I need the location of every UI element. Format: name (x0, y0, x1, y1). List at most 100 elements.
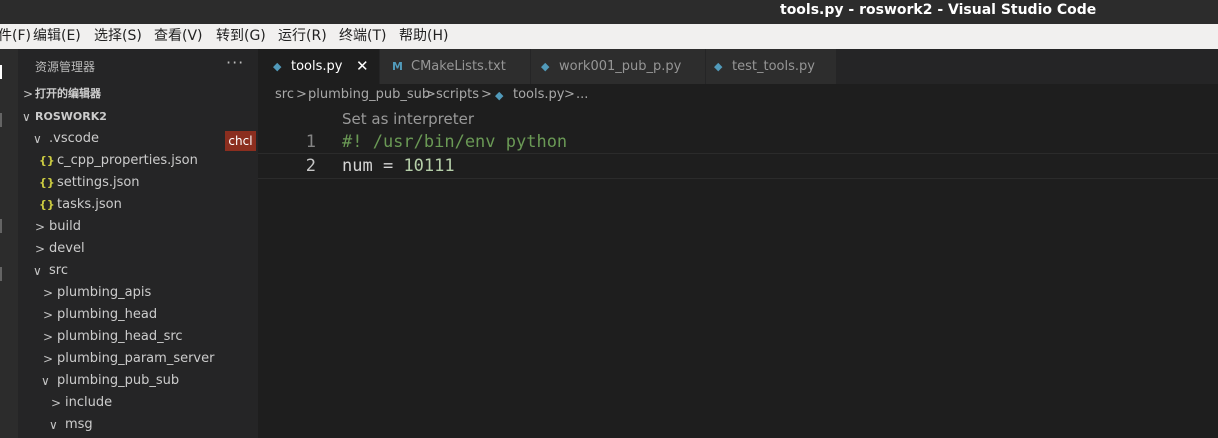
extensions-icon[interactable] (0, 267, 12, 281)
tree-item-tasks[interactable]: {} tasks.json (18, 194, 258, 216)
tab-tools-py[interactable]: ◆ tools.py ✕ (258, 49, 380, 84)
menu-help[interactable]: 帮助(H) (399, 24, 448, 49)
code-text: num = 10111 (342, 154, 455, 178)
tree-item-devel[interactable]: > devel (18, 238, 258, 260)
more-actions-icon[interactable]: ··· (226, 53, 244, 72)
tree-item-label: plumbing_param_server (57, 351, 215, 366)
menu-edit[interactable]: 编辑(E) (33, 24, 81, 49)
tree-item-plumbing-head-src[interactable]: > plumbing_head_src (18, 326, 258, 348)
run-debug-icon[interactable] (0, 219, 12, 233)
open-editors-label: 打开的编辑器 (35, 87, 101, 100)
explorer-title: 资源管理器 (35, 60, 96, 74)
python-icon: ◆ (495, 89, 504, 102)
chevron-right-icon: > (23, 87, 34, 101)
tree-item-include[interactable]: > include (18, 392, 258, 414)
open-editors-section[interactable]: > 打开的编辑器 (18, 83, 258, 105)
tab-work001-pub-p[interactable]: ◆ work001_pub_p.py (531, 49, 706, 84)
tree-item-vscode[interactable]: ∨ .vscode (18, 128, 258, 150)
window-title: tools.py - roswork2 - Visual Studio Code (780, 2, 1097, 18)
line-number: 1 (305, 132, 316, 152)
editor-area: ◆ tools.py ✕ M CMakeLists.txt ◆ work001_… (258, 49, 1218, 438)
chevron-right-icon: > (35, 242, 46, 256)
chevron-down-icon: ∨ (33, 132, 42, 146)
tab-test-tools[interactable]: ◆ test_tools.py (706, 49, 837, 84)
breadcrumb-src[interactable]: src (275, 87, 294, 102)
breadcrumb-symbols[interactable]: ... (576, 87, 588, 102)
chevron-right-icon: > (43, 352, 54, 366)
tab-cmakelists[interactable]: M CMakeLists.txt (380, 49, 531, 84)
chevron-right-icon: > (43, 286, 54, 300)
workspace-label: ROSWORK2 (35, 110, 107, 123)
menu-terminal[interactable]: 终端(T) (339, 24, 386, 49)
tab-label: CMakeLists.txt (411, 59, 506, 74)
json-icon: {} (39, 198, 55, 211)
code-operator: = (372, 156, 404, 176)
chevron-down-icon: ∨ (22, 110, 31, 124)
activity-bar (0, 49, 18, 438)
code-variable: num (342, 156, 373, 176)
breadcrumb: src > plumbing_pub_sub > scripts > ◆ too… (258, 84, 1218, 106)
tab-label: tools.py (291, 59, 343, 74)
json-icon: {} (39, 154, 55, 167)
search-icon[interactable] (0, 113, 12, 127)
chevron-down-icon: ∨ (41, 374, 50, 388)
menu-run[interactable]: 运行(R) (278, 24, 327, 49)
tree-item-label: src (49, 263, 68, 278)
python-icon: ◆ (714, 60, 723, 73)
tree-item-plumbing-param-server[interactable]: > plumbing_param_server (18, 348, 258, 370)
tree-item-plumbing-pub-sub[interactable]: ∨ plumbing_pub_sub (18, 370, 258, 392)
code-text: #! /usr/bin/env python (342, 132, 568, 152)
codelens-set-interpreter[interactable]: Set as interpreter (342, 110, 474, 128)
tree-item-label: plumbing_apis (57, 285, 152, 300)
code-number: 10111 (403, 156, 455, 176)
tree-item-label: plumbing_pub_sub (57, 373, 180, 388)
tree-item-label: plumbing_head (57, 307, 158, 322)
menu-go[interactable]: 转到(G) (216, 24, 266, 49)
tree-item-c-cpp-properties[interactable]: {} c_cpp_properties.json (18, 150, 258, 172)
line-number: 2 (305, 156, 316, 176)
explorer-sidebar: 资源管理器 ··· > 打开的编辑器 ∨ ROSWORK2 ∨ .vscode … (18, 49, 258, 438)
tree-item-label: plumbing_head_src (57, 329, 183, 344)
close-icon[interactable]: ✕ (356, 49, 369, 84)
tab-label: test_tools.py (732, 59, 815, 74)
chevron-right-icon: > (35, 220, 46, 234)
chevron-right-icon: > (51, 396, 62, 410)
tree-item-msg[interactable]: ∨ msg (18, 414, 258, 436)
tree-item-label: tasks.json (57, 197, 122, 212)
cmake-icon: M (392, 60, 403, 73)
breadcrumb-separator: > (296, 87, 307, 102)
tree-item-plumbing-head[interactable]: > plumbing_head (18, 304, 258, 326)
breadcrumb-tools-py[interactable]: tools.py (513, 87, 564, 102)
menu-file[interactable]: 件(F) (0, 24, 31, 49)
explorer-icon[interactable] (0, 65, 12, 79)
explorer-header: 资源管理器 ··· (18, 49, 258, 83)
tree-item-label: .vscode (49, 131, 99, 146)
title-bar: tools.py - roswork2 - Visual Studio Code (0, 0, 1218, 24)
python-icon: ◆ (541, 60, 550, 73)
tree-item-build[interactable]: > build (18, 216, 258, 238)
breadcrumb-scripts[interactable]: scripts (436, 87, 479, 102)
tree-item-label: build (49, 219, 81, 234)
workspace-section[interactable]: ∨ ROSWORK2 (18, 106, 258, 128)
tree-item-plumbing-apis[interactable]: > plumbing_apis (18, 282, 258, 304)
problem-badge: chcl (225, 131, 256, 151)
breadcrumb-plumbing-pub-sub[interactable]: plumbing_pub_sub (308, 87, 430, 102)
tree-item-src[interactable]: ∨ src (18, 260, 258, 282)
tree-item-label: devel (49, 241, 85, 256)
menu-view[interactable]: 查看(V) (154, 24, 203, 49)
chevron-down-icon: ∨ (33, 264, 42, 278)
code-line-2[interactable]: 2 num = 10111 (258, 153, 1218, 179)
tree-item-settings[interactable]: {} settings.json (18, 172, 258, 194)
tab-label: work001_pub_p.py (559, 59, 682, 74)
tree-item-label: include (65, 395, 113, 410)
tree-item-label: settings.json (57, 175, 140, 190)
breadcrumb-separator: > (564, 87, 575, 102)
json-icon: {} (39, 176, 55, 189)
menu-selection[interactable]: 选择(S) (94, 24, 142, 49)
chevron-right-icon: > (43, 330, 54, 344)
code-line-1[interactable]: 1 #! /usr/bin/env python (258, 130, 1218, 154)
tab-bar: ◆ tools.py ✕ M CMakeLists.txt ◆ work001_… (258, 49, 1218, 84)
python-icon: ◆ (273, 60, 282, 73)
tree-item-label: msg (65, 417, 93, 432)
tree-item-label: c_cpp_properties.json (57, 153, 198, 168)
